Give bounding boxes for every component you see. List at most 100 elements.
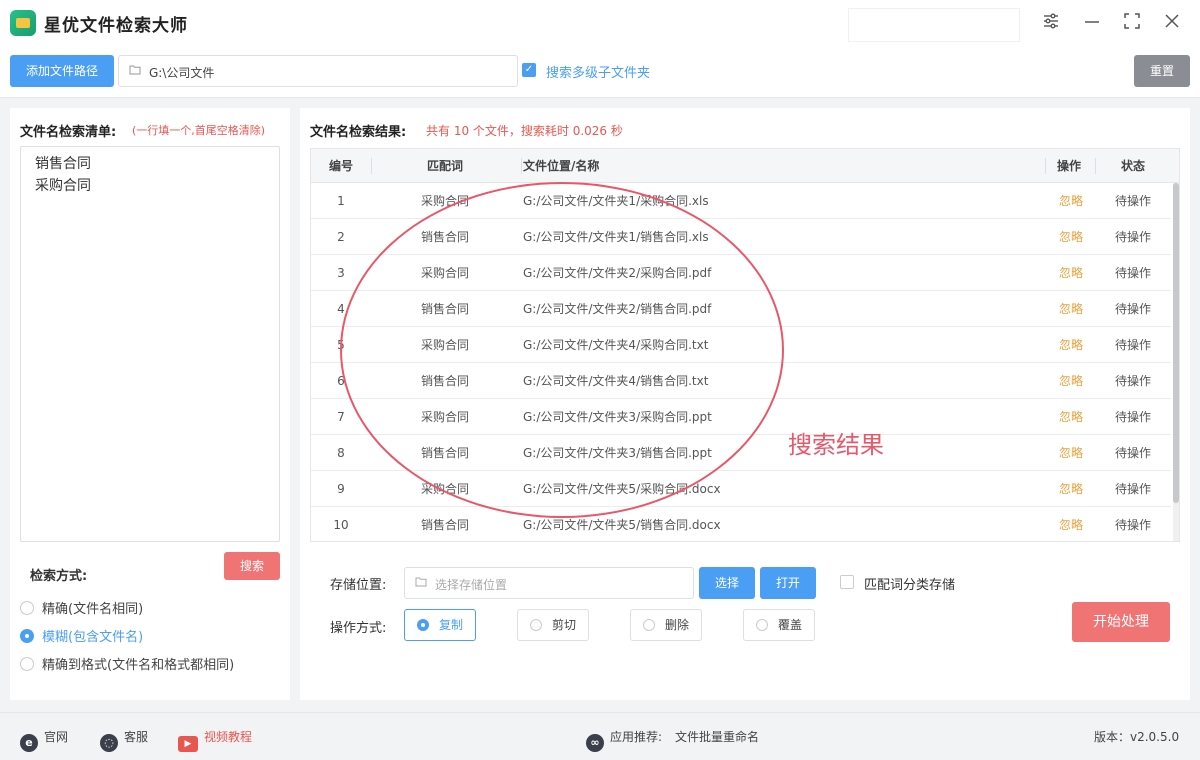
radio-icon[interactable] [20,657,34,671]
choose-button[interactable]: 选择 [699,567,755,599]
recommend-app-link[interactable]: 文件批量重命名 [675,728,759,745]
recommend-prefix: 应用推荐: [610,730,663,744]
op-mode-label: 操作方式: [330,621,387,636]
video-label: 视频教程 [204,730,253,744]
row-status: 待操作 [1114,518,1151,532]
row-path: G:/公司文件/文件夹1/采购合同.xls [523,194,709,208]
open-button[interactable]: 打开 [760,567,816,599]
row-path: G:/公司文件/文件夹1/销售合同.xls [523,230,709,244]
keyword-list-hint: (一行填一个,首尾空格清除) [132,124,266,137]
col-num: 编号 [329,159,354,173]
mode-label: 精确到格式(文件名和格式都相同) [42,658,235,673]
radio-icon[interactable] [530,619,542,631]
classify-label[interactable]: 匹配词分类存储 [864,574,955,593]
row-ignore-link[interactable]: 忽略 [1047,327,1095,363]
mode-option-exact[interactable]: 精确(文件名相同) [20,598,143,617]
start-process-button[interactable]: 开始处理 [1072,602,1170,642]
path-input[interactable]: G:\公司文件 [118,55,518,87]
maximize-icon[interactable] [1121,12,1143,34]
service-link[interactable]: ◌ 客服 [100,728,148,752]
row-status: 待操作 [1114,230,1151,244]
row-keyword: 采购合同 [420,338,469,352]
website-icon: e [20,734,38,752]
row-path: G:/公司文件/文件夹4/销售合同.txt [523,374,709,388]
row-num: 4 [337,302,345,316]
row-ignore-link[interactable]: 忽略 [1047,399,1095,435]
row-status: 待操作 [1114,266,1151,280]
subfolder-checkbox[interactable]: ✓ [522,63,536,77]
close-icon[interactable] [1161,12,1183,34]
op-copy[interactable]: 复制 [404,609,476,641]
app-title: 星优文件检索大师 [44,16,188,36]
row-num: 7 [337,410,345,424]
row-keyword: 销售合同 [420,518,469,532]
table-scrollbar[interactable] [1173,183,1179,541]
service-label: 客服 [124,730,149,744]
video-tutorial-link[interactable]: ▶ 视频教程 [178,728,252,752]
chat-icon: ◌ [100,734,118,752]
row-ignore-link[interactable]: 忽略 [1047,435,1095,471]
keyword-textarea[interactable]: 销售合同 采购合同 [20,146,280,542]
radio-icon[interactable] [20,601,34,615]
mode-label: 精确(文件名相同) [42,602,144,617]
row-keyword: 销售合同 [420,374,469,388]
radio-selected-icon[interactable] [20,629,34,643]
folder-icon [129,64,141,78]
add-path-button[interactable]: 添加文件路径 [10,55,114,87]
row-num: 3 [337,266,345,280]
row-ignore-link[interactable]: 忽略 [1047,291,1095,327]
op-cut[interactable]: 剪切 [517,609,589,641]
row-status: 待操作 [1114,446,1151,460]
reset-button[interactable]: 重置 [1134,55,1190,87]
path-value: G:\公司文件 [149,66,215,80]
classify-checkbox[interactable] [840,575,854,589]
radio-selected-icon[interactable] [417,619,429,631]
row-ignore-link[interactable]: 忽略 [1047,183,1095,219]
keyword-panel: 文件名检索清单: (一行填一个,首尾空格清除) 销售合同 采购合同 搜索 检索方… [10,108,290,700]
row-num: 6 [337,374,345,388]
mode-option-exact-format[interactable]: 精确到格式(文件名和格式都相同) [20,654,234,673]
row-keyword: 销售合同 [420,446,469,460]
title-blank-area [848,8,1020,42]
row-ignore-link[interactable]: 忽略 [1047,471,1095,507]
mode-option-fuzzy[interactable]: 模糊(包含文件名) [20,626,143,645]
table-header: 编号 匹配词 文件位置/名称 操作 状态 [311,149,1179,183]
row-path: G:/公司文件/文件夹3/销售合同.ppt [523,446,712,460]
row-num: 8 [337,446,345,460]
table-row: 2 销售合同 G:/公司文件/文件夹1/销售合同.xls 忽略 待操作 [311,219,1171,255]
row-ignore-link[interactable]: 忽略 [1047,255,1095,291]
subfolder-label[interactable]: 搜索多级子文件夹 [546,62,650,81]
settings-icon[interactable] [1040,12,1062,34]
row-status: 待操作 [1114,374,1151,388]
row-ignore-link[interactable]: 忽略 [1047,507,1095,541]
row-keyword: 销售合同 [420,302,469,316]
table-row: 5 采购合同 G:/公司文件/文件夹4/采购合同.txt 忽略 待操作 [311,327,1171,363]
op-overwrite[interactable]: 覆盖 [743,609,815,641]
minimize-icon[interactable] [1081,12,1103,34]
radio-icon[interactable] [756,619,768,631]
row-num: 10 [333,518,349,532]
row-ignore-link[interactable]: 忽略 [1047,219,1095,255]
op-label: 复制 [439,618,464,632]
table-row: 9 采购合同 G:/公司文件/文件夹5/采购合同.docx 忽略 待操作 [311,471,1171,507]
results-title: 文件名检索结果: [310,125,407,140]
table-row: 3 采购合同 G:/公司文件/文件夹2/采购合同.pdf 忽略 待操作 [311,255,1171,291]
row-keyword: 采购合同 [420,194,469,208]
row-status: 待操作 [1114,338,1151,352]
table-row: 4 销售合同 G:/公司文件/文件夹2/销售合同.pdf 忽略 待操作 [311,291,1171,327]
op-delete[interactable]: 删除 [630,609,702,641]
row-ignore-link[interactable]: 忽略 [1047,363,1095,399]
website-link[interactable]: e 官网 [20,728,68,752]
row-num: 9 [337,482,345,496]
save-location-input[interactable]: 选择存储位置 [404,567,694,599]
op-label: 剪切 [552,618,577,632]
search-button[interactable]: 搜索 [224,552,280,580]
op-label: 删除 [665,618,690,632]
scrollbar-thumb[interactable] [1173,183,1179,503]
col-path: 文件位置/名称 [523,159,600,173]
keyword-line: 采购合同 [35,178,91,194]
radio-icon[interactable] [643,619,655,631]
row-keyword: 采购合同 [420,410,469,424]
row-path: G:/公司文件/文件夹2/销售合同.pdf [523,302,712,316]
table-row: 8 销售合同 G:/公司文件/文件夹3/销售合同.ppt 忽略 待操作 [311,435,1171,471]
